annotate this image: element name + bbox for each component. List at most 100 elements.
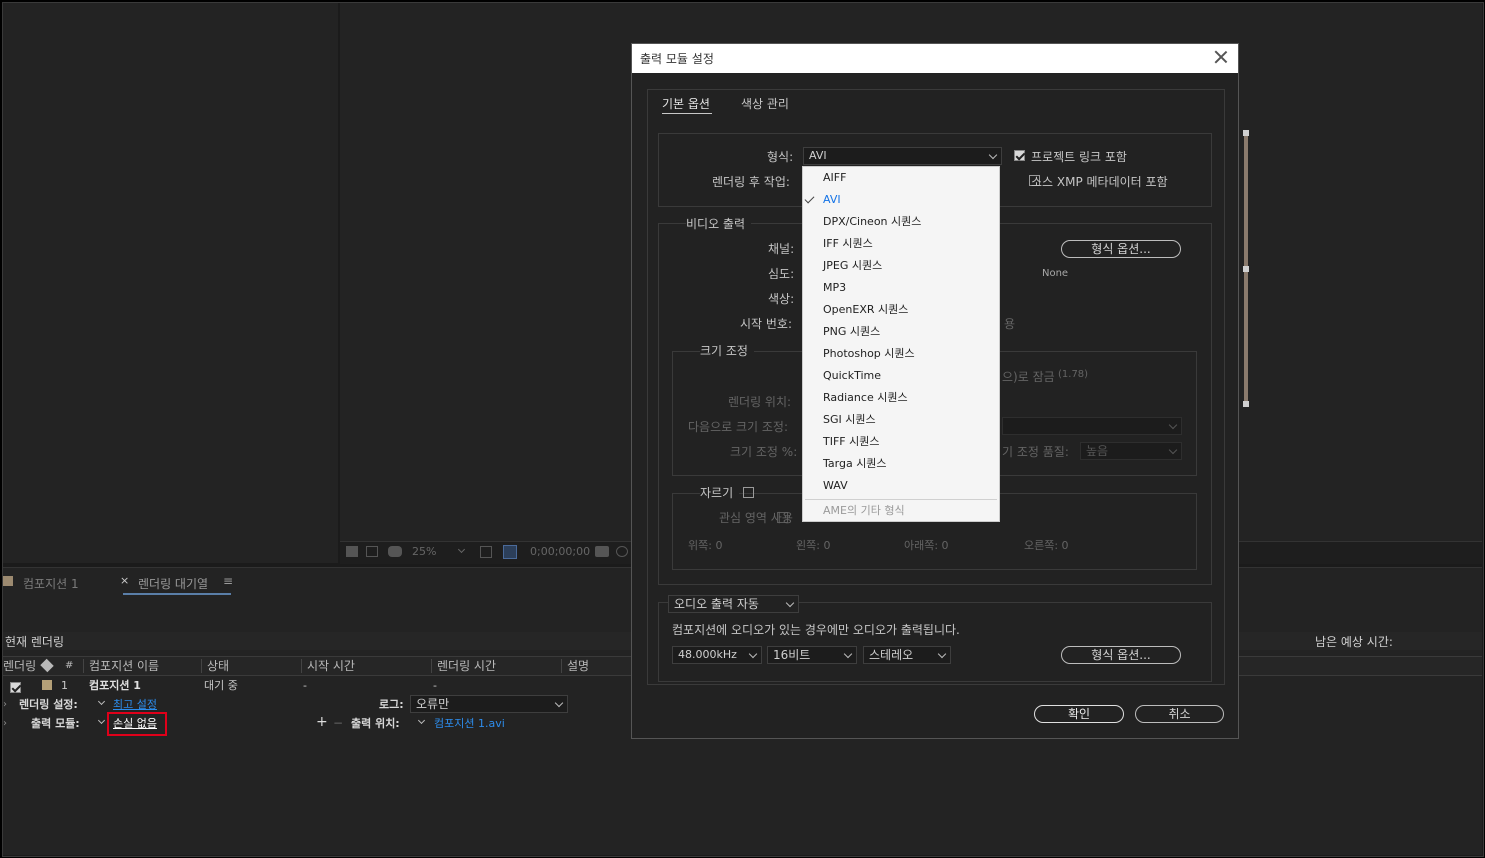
row-comp-name: 컴포지션 1 bbox=[89, 679, 141, 692]
format-option-png[interactable]: PNG 시퀀스 bbox=[823, 321, 880, 343]
sample-rate-select[interactable]: 48.000kHz bbox=[672, 646, 762, 664]
row-start: - bbox=[303, 679, 307, 692]
checkmark-icon bbox=[804, 193, 815, 204]
codec-value: None bbox=[1042, 268, 1069, 279]
tab-render-queue[interactable]: 렌더링 대기열 bbox=[138, 575, 208, 592]
bit-depth-select[interactable]: 16비트 bbox=[767, 646, 857, 664]
render-settings-label: 렌더링 설정: bbox=[19, 698, 78, 711]
format-option-targa[interactable]: Targa 시퀀스 bbox=[823, 453, 887, 475]
handle-bottom[interactable] bbox=[1243, 401, 1249, 407]
format-dropdown-menu: AIFF AVI DPX/Cineon 시퀀스 IFF 시퀀스 JPEG 시퀀스… bbox=[802, 166, 1000, 522]
resize-quality-label: 기 조정 품질: bbox=[1002, 445, 1069, 459]
format-option-radiance[interactable]: Radiance 시퀀스 bbox=[823, 387, 908, 409]
close-icon[interactable] bbox=[1212, 48, 1230, 66]
dialog-title: 출력 모듈 설정 bbox=[640, 52, 714, 66]
mask-icon[interactable] bbox=[388, 546, 402, 557]
video-output-label: 비디오 출력 bbox=[686, 215, 752, 232]
add-output-icon[interactable]: + bbox=[316, 713, 328, 732]
format-option-ame-more[interactable]: AME의 기타 형식 bbox=[823, 500, 905, 522]
resize-preset-select[interactable] bbox=[1002, 417, 1182, 435]
crop-bottom: 아래쪽: 0 bbox=[904, 539, 949, 552]
resize-to-label: 다음으로 크기 조정: bbox=[688, 420, 788, 434]
col-render-time[interactable]: 렌더링 시간 bbox=[437, 657, 496, 675]
lock-ratio-value: (1.78) bbox=[1058, 369, 1089, 380]
format-option-jpeg[interactable]: JPEG 시퀀스 bbox=[823, 255, 882, 277]
format-option-avi[interactable]: AVI bbox=[823, 189, 841, 211]
col-status[interactable]: 상태 bbox=[207, 657, 229, 675]
format-option-iff[interactable]: IFF 시퀀스 bbox=[823, 233, 873, 255]
color-label: 색상: bbox=[768, 292, 795, 306]
col-render[interactable]: 렌더링 bbox=[3, 657, 36, 675]
lock-ratio-label: 으)로 잠금 bbox=[1002, 370, 1055, 384]
audio-format-options-button[interactable]: 형식 옵션... bbox=[1061, 646, 1181, 664]
start-number-suffix: 용 bbox=[1004, 317, 1016, 331]
log-select[interactable]: 오류만 bbox=[410, 695, 568, 713]
project-link-checkbox[interactable] bbox=[1014, 150, 1025, 161]
tab-color-management[interactable]: 색상 관리 bbox=[741, 95, 789, 112]
label-color-swatch[interactable] bbox=[42, 680, 52, 690]
col-start-time[interactable]: 시작 시간 bbox=[307, 657, 355, 675]
format-option-openexr[interactable]: OpenEXR 시퀀스 bbox=[823, 299, 908, 321]
crop-left: 왼쪽: 0 bbox=[796, 539, 831, 552]
transparency-icon[interactable] bbox=[503, 545, 517, 559]
crop-checkbox[interactable] bbox=[743, 487, 755, 498]
resize-quality-select[interactable]: 높음 bbox=[1080, 442, 1182, 460]
render-checkbox[interactable] bbox=[10, 682, 21, 693]
handle-mid[interactable] bbox=[1243, 266, 1249, 272]
ok-button[interactable]: 확인 bbox=[1034, 705, 1124, 723]
project-panel bbox=[3, 3, 338, 563]
expand-arrow-icon[interactable]: › bbox=[3, 695, 7, 714]
tab-underline bbox=[662, 113, 712, 114]
panel-menu-icon[interactable]: ≡ bbox=[223, 574, 233, 588]
format-select[interactable]: AVI bbox=[803, 147, 1002, 165]
audio-note: 컴포지션에 오디오가 있는 경우에만 오디오가 출력됩니다. bbox=[672, 623, 960, 637]
camera-icon[interactable] bbox=[595, 546, 609, 557]
roi-label: 관심 영역 사용 bbox=[719, 511, 793, 525]
region-icon[interactable] bbox=[346, 546, 358, 557]
video-format-options-button[interactable]: 형식 옵션... bbox=[1061, 240, 1181, 258]
crop-label: 자르기 bbox=[700, 484, 740, 501]
tab-composition[interactable]: 컴포지션 1 bbox=[23, 575, 79, 592]
col-number[interactable]: # bbox=[65, 657, 73, 675]
col-comment[interactable]: 설명 bbox=[567, 657, 589, 675]
expand-arrow-icon-2[interactable]: › bbox=[3, 714, 7, 733]
log-label: 로그: bbox=[379, 698, 404, 711]
format-option-mp3[interactable]: MP3 bbox=[823, 277, 846, 299]
format-option-aiff[interactable]: AIFF bbox=[823, 167, 846, 189]
monitor-icon[interactable] bbox=[366, 546, 378, 557]
cancel-button[interactable]: 취소 bbox=[1135, 705, 1224, 723]
output-to-label: 출력 위치: bbox=[351, 717, 400, 730]
highlight-box bbox=[107, 712, 167, 736]
format-option-tiff[interactable]: TIFF 시퀀스 bbox=[823, 431, 879, 453]
close-tab-icon[interactable]: × bbox=[120, 574, 129, 587]
output-to-dropdown-icon[interactable] bbox=[417, 716, 426, 725]
format-option-dpx[interactable]: DPX/Cineon 시퀀스 bbox=[823, 211, 921, 233]
active-tab-underline bbox=[123, 593, 231, 595]
format-option-photoshop[interactable]: Photoshop 시퀀스 bbox=[823, 343, 915, 365]
channels-label: 채널: bbox=[768, 242, 795, 256]
format-option-wav[interactable]: WAV bbox=[823, 475, 848, 497]
audio-output-select[interactable]: 오디오 출력 자동 bbox=[668, 595, 799, 613]
output-to-link[interactable]: 컴포지션 1.avi bbox=[434, 714, 505, 733]
color-icon[interactable] bbox=[616, 546, 628, 557]
row-status: 대기 중 bbox=[204, 679, 238, 692]
tab-basic-options[interactable]: 기본 옵션 bbox=[662, 95, 710, 112]
zoom-select[interactable]: 25% bbox=[412, 545, 470, 560]
timecode[interactable]: 0;00;00;00 bbox=[530, 545, 590, 558]
format-option-sgi[interactable]: SGI 시퀀스 bbox=[823, 409, 876, 431]
output-module-label: 출력 모듈: bbox=[31, 717, 80, 730]
depth-label: 심도: bbox=[768, 267, 795, 281]
format-option-quicktime[interactable]: QuickTime bbox=[823, 365, 881, 387]
composition-swatch-icon bbox=[3, 576, 13, 586]
grid-icon[interactable] bbox=[480, 546, 492, 558]
row-number: 1 bbox=[61, 679, 68, 692]
render-settings-dropdown-icon[interactable] bbox=[97, 697, 106, 706]
crop-top: 위쪽: 0 bbox=[688, 539, 723, 552]
output-module-dropdown-icon[interactable] bbox=[97, 716, 106, 725]
audio-section bbox=[658, 602, 1212, 682]
col-comp-name[interactable]: 컴포지션 이름 bbox=[89, 657, 159, 675]
audio-channels-select[interactable]: 스테레오 bbox=[863, 646, 951, 664]
handle-top[interactable] bbox=[1243, 130, 1249, 136]
remove-output-icon[interactable]: − bbox=[333, 714, 343, 733]
label-tag-icon[interactable] bbox=[40, 658, 54, 673]
